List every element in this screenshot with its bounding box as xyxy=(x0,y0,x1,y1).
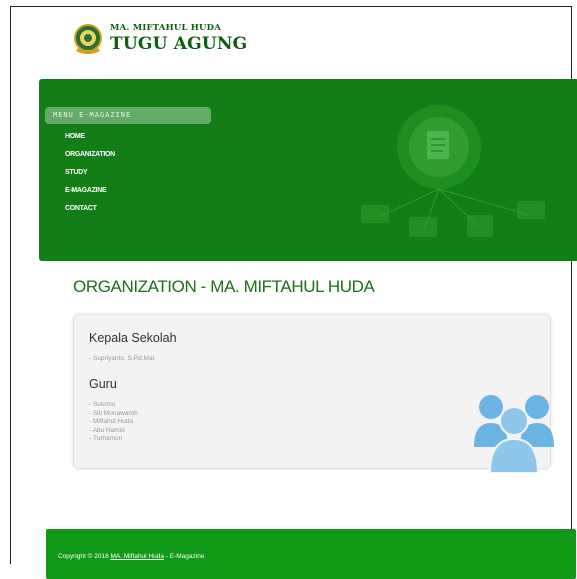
site-footer: Copyright © 2018 MA. Miftahul Huda - E-M… xyxy=(46,529,576,579)
headmaster-name: - Supriyanto, S.Pd.Mat xyxy=(89,355,155,362)
menu-item-organization[interactable]: ORGANIZATION xyxy=(45,146,211,164)
menu-item-e-magazine[interactable]: E-MAGAZINE xyxy=(45,182,211,200)
organization-card: Kepala Sekolah - Supriyanto, S.Pd.Mat Gu… xyxy=(73,314,554,473)
page-frame: MA. MIFTAHUL HUDA TUGU AGUNG MENU E-MAGA… xyxy=(10,6,577,579)
menu-list: HOME ORGANIZATION STUDY E-MAGAZINE CONTA… xyxy=(45,128,211,218)
school-emblem-icon xyxy=(74,24,102,54)
teacher-item: - Turhamun xyxy=(89,435,123,442)
teacher-item: - Sutomo xyxy=(89,401,116,408)
menu-item-study[interactable]: STUDY xyxy=(45,164,211,182)
headmaster-heading: Kepala Sekolah xyxy=(89,331,177,345)
logo-school-name: MA. MIFTAHUL HUDA xyxy=(110,23,221,33)
network-illustration-icon xyxy=(361,105,545,237)
copyright-suffix: - E-Magazine xyxy=(163,553,205,560)
menu-item-contact[interactable]: CONTACT xyxy=(45,200,211,218)
menu-title: MENU E-MAGAZINE xyxy=(45,107,211,124)
hero-banner: MENU E-MAGAZINE HOME ORGANIZATION STUDY … xyxy=(39,79,577,261)
teacher-item: - Siti Munawaroh xyxy=(89,409,138,417)
footer-school-link[interactable]: MA. Miftahul Huda xyxy=(111,553,164,560)
menu-item-home[interactable]: HOME xyxy=(45,128,211,146)
page-title: ORGANIZATION - MA. MIFTAHUL HUDA xyxy=(73,277,375,296)
teacher-item: - Miftahul Huda xyxy=(89,418,134,425)
teacher-item: - Abu Hamid xyxy=(89,426,125,434)
teachers-list: - Sutomo - Siti Munawaroh - Miftahul Hud… xyxy=(89,401,138,444)
logo-location: TUGU AGUNG xyxy=(110,34,248,54)
main-menu: MENU E-MAGAZINE HOME ORGANIZATION STUDY … xyxy=(45,107,211,218)
users-group-icon xyxy=(474,395,554,473)
teachers-heading: Guru xyxy=(89,377,117,391)
copyright-prefix: Copyright © 2018 xyxy=(58,553,111,560)
copyright-text: Copyright © 2018 MA. Miftahul Huda - E-M… xyxy=(58,553,204,560)
